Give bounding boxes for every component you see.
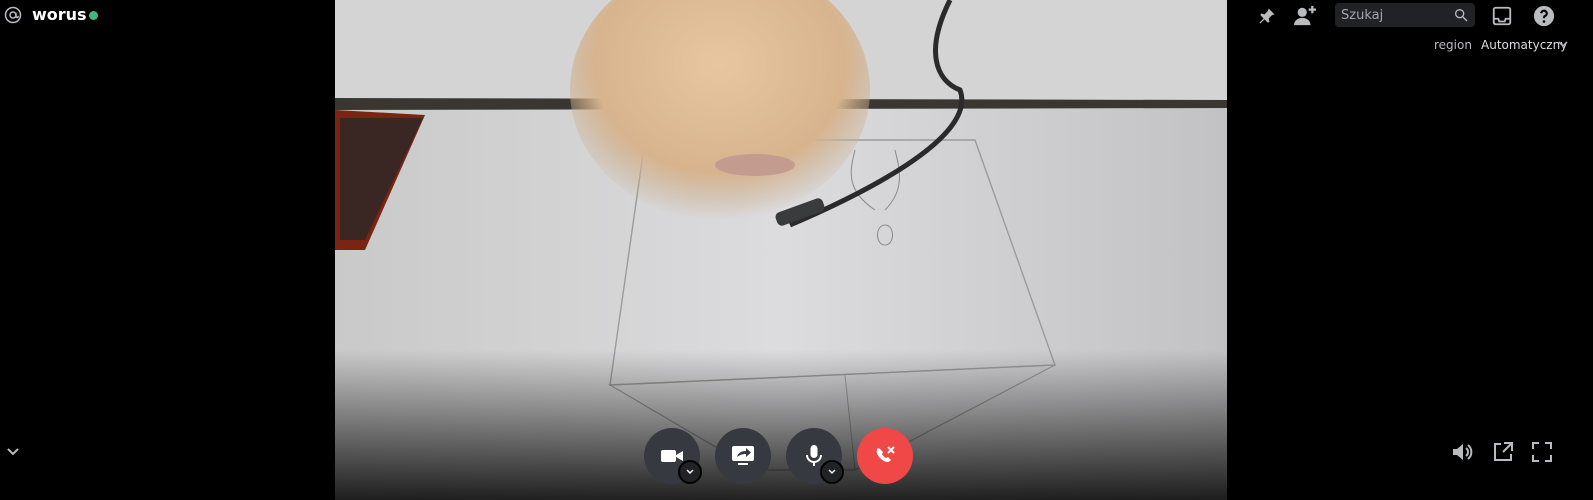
call-controls: [0, 428, 1593, 484]
disconnect-button[interactable]: [857, 428, 913, 484]
pin-button[interactable]: [1255, 4, 1279, 28]
video-frame: [335, 0, 1227, 500]
search-icon[interactable]: [1453, 7, 1469, 23]
camera-options-button[interactable]: [678, 460, 702, 484]
help-button[interactable]: [1532, 4, 1556, 28]
chevron-down-icon: [1558, 41, 1568, 47]
chevron-down-icon: [828, 469, 836, 475]
search-input[interactable]: [1335, 3, 1457, 27]
add-member-button[interactable]: [1293, 4, 1317, 28]
help-icon: [1533, 5, 1555, 27]
volume-icon: [1453, 444, 1473, 460]
fullscreen-icon: [1532, 442, 1552, 462]
fullscreen-button[interactable]: [1530, 440, 1554, 464]
disconnect-icon: [876, 446, 895, 462]
video-stream[interactable]: [335, 0, 1227, 500]
camera-button[interactable]: [644, 428, 702, 484]
camera-icon: [661, 450, 683, 462]
search-box[interactable]: [1335, 3, 1475, 27]
add-member-icon: [1294, 5, 1316, 26]
popout-icon: [1494, 442, 1513, 461]
at-icon: [4, 6, 22, 24]
region-label: region: [1434, 38, 1472, 52]
microphone-icon: [806, 445, 822, 466]
pin-icon: [1259, 8, 1275, 24]
region-value[interactable]: Automatyczny: [1481, 38, 1567, 52]
volume-button[interactable]: [1451, 440, 1475, 464]
inbox-icon: [1492, 6, 1512, 26]
screen-share-button[interactable]: [715, 428, 771, 484]
screen-share-icon: [732, 446, 754, 465]
inbox-button[interactable]: [1490, 4, 1514, 28]
microphone-button[interactable]: [786, 428, 844, 484]
microphone-options-button[interactable]: [820, 460, 844, 484]
popout-button[interactable]: [1491, 440, 1515, 464]
online-status-indicator: [89, 11, 98, 20]
collapse-chevron-icon[interactable]: [5, 443, 21, 459]
username[interactable]: worus: [32, 5, 87, 24]
chevron-down-icon: [686, 469, 694, 475]
